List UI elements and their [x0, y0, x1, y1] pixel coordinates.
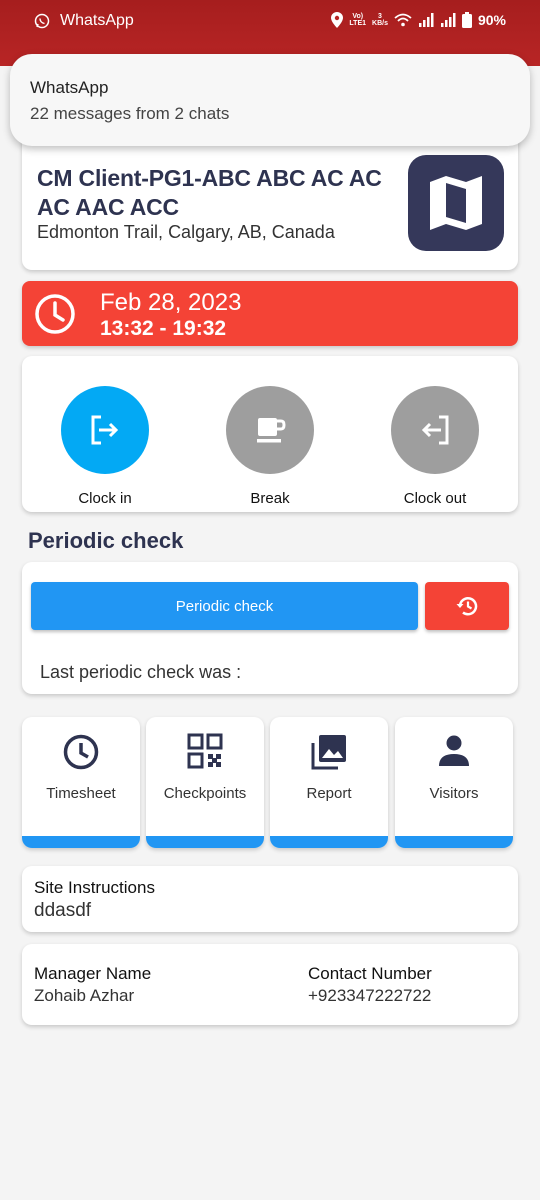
battery-icon	[461, 12, 472, 28]
shift-date: Feb 28, 2023	[100, 289, 242, 316]
battery-level: 90%	[477, 12, 506, 28]
site-instructions-label: Site Instructions	[34, 878, 155, 897]
manager-name-label: Manager Name	[34, 964, 152, 983]
periodic-check-card: Periodic check Last periodic check was :	[22, 562, 518, 694]
contact-number-label: Contact Number	[308, 964, 432, 983]
clock-icon	[63, 734, 99, 770]
status-bar-left: WhatsApp	[34, 12, 134, 30]
login-icon	[91, 415, 119, 445]
network-speed: 3 KB/s	[372, 13, 388, 27]
contact-number-value[interactable]: +923347222722	[308, 986, 431, 1006]
clock-out-button[interactable]	[391, 386, 479, 474]
manager-card: Manager Name Zohaib Azhar Contact Number…	[22, 944, 518, 1025]
periodic-check-button[interactable]: Periodic check	[31, 582, 418, 630]
site-name: CM Client-PG1-ABC ABC AC AC AC AAC ACC	[37, 165, 382, 220]
clock-out-action[interactable]: Clock out	[380, 386, 490, 507]
tile-visitors-label: Visitors	[429, 785, 479, 802]
manager-name-value: Zohaib Azhar	[34, 986, 135, 1005]
tile-accent-bar	[22, 836, 140, 848]
break-button[interactable]	[226, 386, 314, 474]
signal-icon-2	[440, 13, 456, 27]
status-app-name: WhatsApp	[60, 12, 134, 29]
tile-checkpoints-label: Checkpoints	[163, 785, 247, 802]
tile-checkpoints[interactable]: Checkpoints	[146, 717, 264, 848]
tile-timesheet[interactable]: Timesheet	[22, 717, 140, 848]
location-icon	[331, 12, 344, 28]
tile-timesheet-label: Timesheet	[46, 785, 116, 802]
periodic-check-heading: Periodic check	[28, 528, 184, 553]
site-address: Edmonton Trail, Calgary, AB, Canada	[37, 222, 335, 242]
status-bar-right: Vo) LTE1 3 KB/s 90%	[331, 12, 506, 28]
signal-icon-1	[418, 13, 434, 27]
logout-icon	[421, 415, 449, 445]
clock-icon	[35, 294, 75, 334]
person-icon	[439, 735, 469, 766]
clock-out-label: Clock out	[403, 490, 467, 507]
tile-accent-bar	[146, 836, 264, 848]
wifi-icon	[394, 13, 412, 27]
site-instructions-value: ddasdf	[34, 900, 92, 921]
history-icon	[456, 597, 478, 616]
coffee-icon	[257, 418, 286, 443]
tile-report-label: Report	[306, 785, 352, 802]
tile-report[interactable]: Report	[270, 717, 388, 848]
notification-text: 22 messages from 2 chats	[30, 104, 230, 123]
map-icon	[430, 176, 482, 230]
whatsapp-icon	[34, 13, 50, 29]
map-button[interactable]	[408, 155, 504, 251]
tile-accent-bar	[270, 836, 388, 848]
image-icon	[311, 735, 346, 770]
clock-in-action[interactable]: Clock in	[50, 386, 160, 507]
periodic-history-button[interactable]	[425, 582, 509, 630]
break-action[interactable]: Break	[215, 386, 325, 507]
site-card: CM Client-PG1-ABC ABC AC AC AC AAC ACC E…	[22, 130, 518, 270]
tile-accent-bar	[395, 836, 513, 848]
attendance-actions-card: Clock in Break Clock out	[22, 356, 518, 512]
clock-in-label: Clock in	[78, 490, 132, 507]
notification-banner[interactable]: WhatsApp 22 messages from 2 chats	[10, 54, 530, 146]
last-periodic-check-text: Last periodic check was :	[40, 662, 242, 682]
clock-in-button[interactable]	[61, 386, 149, 474]
network-type: Vo) LTE1	[349, 13, 367, 27]
break-label: Break	[250, 490, 290, 507]
tile-visitors[interactable]: Visitors	[395, 717, 513, 848]
shift-banner: Feb 28, 2023 13:32 - 19:32	[22, 281, 518, 346]
site-instructions-card: Site Instructions ddasdf	[22, 866, 518, 932]
notification-title: WhatsApp	[30, 78, 109, 97]
shift-time: 13:32 - 19:32	[100, 317, 227, 340]
qr-code-icon	[187, 733, 223, 769]
